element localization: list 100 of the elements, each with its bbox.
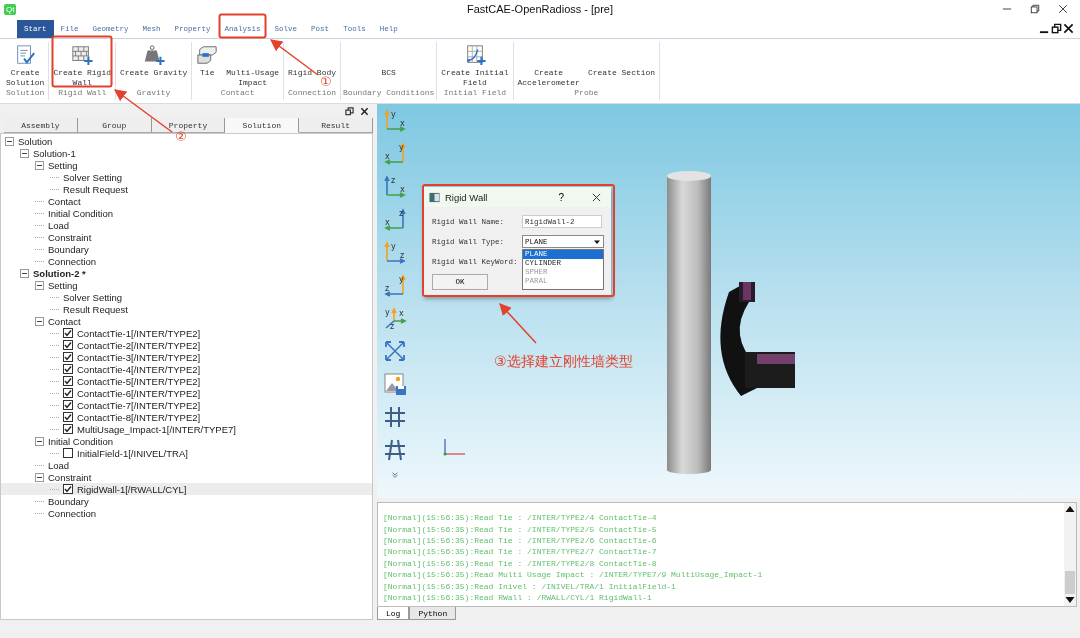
tree-label: ContactTie-1[/INTER/TYPE2] bbox=[77, 327, 201, 339]
ribbon-button[interactable]: Create Accelerometer bbox=[515, 44, 582, 88]
tree-row[interactable]: Initial Condition bbox=[1, 207, 113, 219]
ribbon-button[interactable]: Create Section bbox=[585, 44, 658, 88]
tree-row[interactable]: Result Request bbox=[1, 303, 128, 315]
ribbon-button[interactable]: BCS bbox=[375, 44, 402, 88]
tree-row[interactable]: Solver Setting bbox=[1, 171, 123, 183]
panel-tab[interactable]: Solution bbox=[225, 118, 300, 133]
view-button[interactable]: y x z bbox=[383, 306, 407, 330]
tree-label: MultiUsage_Impact-1[/INTER/TYPE7] bbox=[77, 423, 236, 435]
view-button[interactable]: y x bbox=[383, 108, 407, 132]
log-tab[interactable]: Python bbox=[409, 607, 457, 620]
tree-row[interactable]: Solver Setting bbox=[1, 291, 123, 303]
panel-tab[interactable]: Assembly bbox=[4, 118, 78, 133]
tree-row[interactable]: ContactTie-8[/INTER/TYPE2] bbox=[1, 411, 201, 423]
tree-label: Solution-2 * bbox=[33, 267, 86, 279]
tree-row[interactable]: ContactTie-2[/INTER/TYPE2] bbox=[1, 339, 201, 351]
tree-line bbox=[50, 356, 59, 358]
panel-tab[interactable]: Result bbox=[299, 118, 373, 133]
tree-row[interactable]: ContactTie-6[/INTER/TYPE2] bbox=[1, 387, 201, 399]
log-tab[interactable]: Log bbox=[377, 607, 410, 620]
tree-row[interactable]: Constraint bbox=[1, 471, 92, 483]
tree-label: ContactTie-2[/INTER/TYPE2] bbox=[77, 339, 201, 351]
collapse-icon[interactable] bbox=[20, 268, 29, 278]
tree-row[interactable]: Solution-1 bbox=[1, 147, 76, 159]
close-icon[interactable] bbox=[592, 192, 601, 202]
close-icon[interactable] bbox=[1063, 22, 1074, 34]
tree-row[interactable]: Result Request bbox=[1, 183, 128, 195]
collapse-icon[interactable] bbox=[35, 316, 44, 326]
tree-row[interactable]: Contact bbox=[1, 195, 81, 207]
collapse-icon[interactable] bbox=[35, 472, 44, 482]
grid-icon[interactable] bbox=[383, 405, 407, 429]
panel-tab[interactable]: Group bbox=[77, 118, 152, 133]
fit-view-icon[interactable] bbox=[383, 339, 407, 363]
checkbox[interactable] bbox=[63, 364, 73, 374]
checkbox[interactable] bbox=[63, 424, 73, 434]
checkbox[interactable] bbox=[63, 412, 73, 422]
chevron-down-icon[interactable] bbox=[391, 471, 399, 479]
checkbox[interactable] bbox=[63, 328, 73, 338]
ribbon-button[interactable]: Create Initial Field bbox=[439, 44, 511, 88]
tree-row[interactable]: Contact bbox=[1, 315, 81, 327]
tree-row[interactable]: Setting bbox=[1, 279, 78, 291]
tree-label: Connection bbox=[48, 255, 97, 267]
tree-row[interactable]: ContactTie-3[/INTER/TYPE2] bbox=[1, 351, 201, 363]
ribbon-button[interactable]: Create Solution bbox=[4, 44, 47, 88]
collapse-icon[interactable] bbox=[5, 136, 14, 146]
checkbox[interactable] bbox=[63, 376, 73, 386]
ribbon-button[interactable]: Create Gravity bbox=[118, 44, 190, 88]
collapse-icon[interactable] bbox=[35, 160, 44, 170]
tree-row[interactable]: Constraint bbox=[1, 231, 92, 243]
view-button[interactable]: y z bbox=[383, 240, 407, 264]
scrollbar-thumb[interactable] bbox=[1065, 571, 1075, 595]
tree-row[interactable]: Boundary bbox=[1, 243, 89, 255]
slanted-grid-icon[interactable] bbox=[383, 438, 407, 462]
checkbox[interactable] bbox=[63, 388, 73, 398]
tree-row[interactable]: Load bbox=[1, 459, 70, 471]
checkbox[interactable] bbox=[63, 400, 73, 410]
tree-label: Boundary bbox=[48, 243, 89, 255]
tree-row[interactable]: Load bbox=[1, 219, 70, 231]
tree-row[interactable]: Boundary bbox=[1, 495, 89, 507]
tree-row[interactable]: RigidWall-1[/RWALL/CYL] bbox=[1, 483, 372, 495]
collapse-icon[interactable] bbox=[35, 280, 44, 290]
collapse-icon[interactable] bbox=[20, 148, 29, 158]
tree-row[interactable]: ContactTie-4[/INTER/TYPE2] bbox=[1, 363, 201, 375]
scrollbar[interactable] bbox=[1064, 503, 1076, 607]
close-icon[interactable] bbox=[1058, 4, 1068, 14]
close-icon[interactable] bbox=[360, 106, 369, 116]
view-button[interactable]: y z bbox=[383, 273, 407, 297]
tree-row[interactable]: Connection bbox=[1, 255, 97, 267]
save-image-icon[interactable] bbox=[383, 372, 407, 396]
tree-row[interactable]: InitialField-1[/INIVEL/TRA] bbox=[1, 447, 188, 459]
tree-row[interactable]: MultiUsage_Impact-1[/INTER/TYPE7] bbox=[1, 423, 236, 435]
tree-row[interactable]: Connection bbox=[1, 507, 97, 519]
tree-row[interactable]: ContactTie-5[/INTER/TYPE2] bbox=[1, 375, 201, 387]
tree-row[interactable]: Solution-2 * bbox=[1, 267, 86, 279]
checkbox[interactable] bbox=[63, 484, 73, 494]
tree-line bbox=[50, 404, 59, 406]
view-button[interactable]: y x bbox=[383, 141, 407, 165]
checkbox[interactable] bbox=[63, 340, 73, 350]
tree-label: Solution-1 bbox=[33, 147, 76, 159]
help-button[interactable]: ? bbox=[556, 191, 566, 203]
tree-row[interactable]: Solution bbox=[1, 135, 53, 147]
tree-row[interactable]: Setting bbox=[1, 159, 78, 171]
dialog-title: Rigid Wall bbox=[445, 191, 488, 203]
ribbon-button[interactable]: Tie bbox=[194, 44, 221, 88]
restore-icon[interactable] bbox=[1030, 4, 1040, 14]
view-button[interactable]: z x bbox=[383, 174, 407, 198]
tree-label: Initial Condition bbox=[48, 207, 113, 219]
tree-row[interactable]: ContactTie-1[/INTER/TYPE2] bbox=[1, 327, 201, 339]
tree-row[interactable]: Initial Condition bbox=[1, 435, 113, 447]
view-button[interactable]: z x bbox=[383, 207, 407, 231]
restore-icon[interactable] bbox=[1051, 22, 1062, 34]
ribbon-button[interactable]: Create Rigid Wall bbox=[51, 44, 113, 88]
checkbox[interactable] bbox=[63, 448, 73, 458]
ribbon-button[interactable]: Multi-Usage Impact bbox=[224, 44, 282, 88]
float-icon[interactable] bbox=[345, 106, 354, 116]
tree-row[interactable]: ContactTie-7[/INTER/TYPE2] bbox=[1, 399, 201, 411]
checkbox[interactable] bbox=[63, 352, 73, 362]
tree-line bbox=[50, 296, 59, 298]
collapse-icon[interactable] bbox=[35, 436, 44, 446]
